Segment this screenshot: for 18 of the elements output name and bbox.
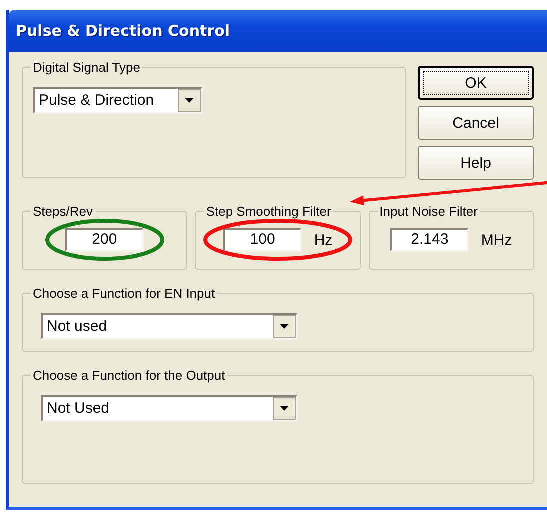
input-field[interactable]: 2.143	[390, 228, 470, 252]
group-label: Digital Signal Type	[32, 60, 142, 75]
dialog-button[interactable]: Cancel	[418, 106, 534, 140]
unit-label: MHz	[481, 232, 512, 248]
dialog-button[interactable]: Help	[418, 146, 534, 180]
dropdown[interactable]: Not Used	[41, 395, 298, 422]
input-field[interactable]: 100	[223, 228, 302, 252]
group-label: Choose a Function for EN Input	[32, 286, 216, 301]
group-label: Choose a Function for the Output	[32, 368, 226, 383]
unit-label: Hz	[314, 232, 333, 248]
group-label: Input Noise Filter	[378, 204, 479, 219]
group-label: Step Smoothing Filter	[205, 204, 332, 219]
group-label: Steps/Rev	[32, 204, 94, 219]
window-title: Pulse & Direction Control	[16, 22, 230, 40]
dropdown[interactable]: Not used	[41, 313, 298, 340]
input-field[interactable]: 200	[65, 228, 144, 252]
dropdown[interactable]: Pulse & Direction	[33, 87, 203, 114]
dialog-button[interactable]: OK	[418, 66, 534, 100]
